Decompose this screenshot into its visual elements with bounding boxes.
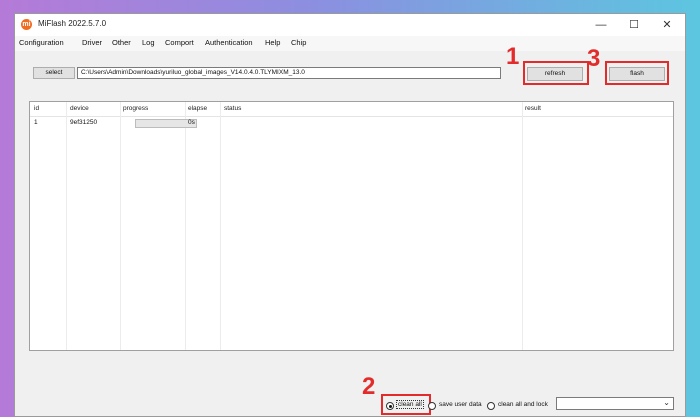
col-header-elapse: elapse <box>188 105 208 112</box>
step-1-label: 1 <box>506 43 520 70</box>
col-header-device: device <box>70 105 89 112</box>
menu-other[interactable]: Other <box>112 38 131 47</box>
rom-path-input[interactable]: C:\Users\Admin\Downloads\yuriluo_global_… <box>77 67 501 79</box>
select-button[interactable]: select <box>33 67 75 79</box>
miflash-window: mi MiFlash 2022.5.7.0 — ☐ ✕ Configuratio… <box>14 13 686 417</box>
flash-highlight-box <box>605 61 669 85</box>
grid-header: id device progress elapse status result <box>30 102 673 117</box>
title-bar: mi MiFlash 2022.5.7.0 — ☐ ✕ <box>15 14 685 36</box>
col-header-result: result <box>525 105 541 112</box>
clean-all-and-lock-label[interactable]: clean all and lock <box>498 401 548 408</box>
table-row[interactable]: 1 9ef31250 0s <box>30 117 673 129</box>
menu-configuration[interactable]: Configuration <box>19 38 64 47</box>
maximize-button[interactable]: ☐ <box>619 14 649 36</box>
window-title: MiFlash 2022.5.7.0 <box>38 19 107 28</box>
clean-all-highlight-box <box>381 394 431 415</box>
col-header-id: id <box>34 105 40 112</box>
step-3-label: 3 <box>587 45 601 72</box>
refresh-highlight-box <box>523 61 589 85</box>
flash-options-bar: clean all 2 save user data clean all and… <box>15 375 685 416</box>
clean-all-and-lock-radio[interactable] <box>487 402 495 410</box>
close-button[interactable]: ✕ <box>652 14 682 36</box>
save-user-data-radio[interactable] <box>428 402 436 410</box>
menu-bar: Configuration Driver Other Log Comport A… <box>15 36 685 51</box>
menu-authentication[interactable]: Authentication <box>205 38 253 47</box>
row-id: 1 <box>34 119 38 126</box>
save-user-data-label[interactable]: save user data <box>439 401 482 408</box>
minimize-button[interactable]: — <box>586 14 616 36</box>
menu-chip[interactable]: Chip <box>291 38 306 47</box>
row-elapse: 0s <box>188 119 195 126</box>
menu-driver[interactable]: Driver <box>82 38 102 47</box>
device-grid: id device progress elapse status result … <box>29 101 674 351</box>
col-header-progress: progress <box>123 105 149 112</box>
chevron-down-icon: ⌄ <box>663 398 670 407</box>
menu-help[interactable]: Help <box>265 38 280 47</box>
row-device: 9ef31250 <box>70 119 98 126</box>
menu-log[interactable]: Log <box>142 38 155 47</box>
menu-comport[interactable]: Comport <box>165 38 194 47</box>
col-header-status: status <box>224 105 242 112</box>
step-2-label: 2 <box>362 373 376 400</box>
options-dropdown[interactable]: ⌄ <box>556 397 674 410</box>
mi-logo-icon: mi <box>21 19 32 30</box>
